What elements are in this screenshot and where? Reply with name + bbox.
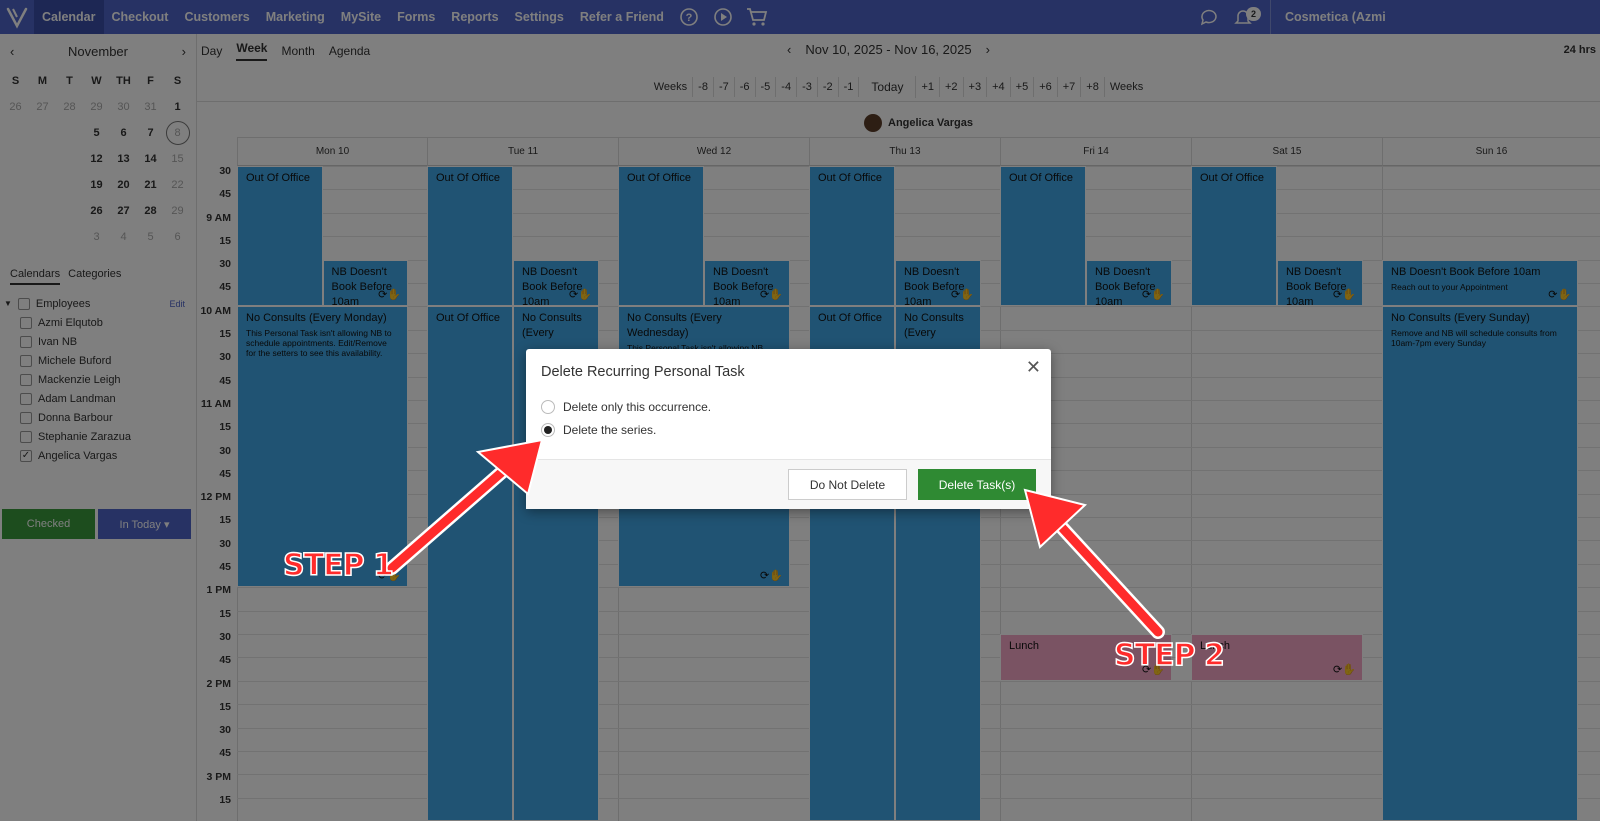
dialog-footer: Do Not Delete Delete Task(s): [526, 459, 1051, 509]
step1-label: STEP 1: [282, 547, 394, 584]
option-this-occurrence-label: Delete only this occurrence.: [563, 400, 712, 414]
do-not-delete-button[interactable]: Do Not Delete: [788, 469, 907, 500]
delete-recurring-task-dialog: Delete Recurring Personal Task ✕ Delete …: [526, 349, 1051, 509]
option-this-occurrence[interactable]: Delete only this occurrence.: [541, 400, 711, 414]
dialog-title: Delete Recurring Personal Task: [541, 364, 745, 380]
close-icon[interactable]: ✕: [1026, 357, 1041, 378]
option-series[interactable]: Delete the series.: [541, 423, 656, 437]
step2-label: STEP 2: [1113, 637, 1225, 674]
delete-tasks-button[interactable]: Delete Task(s): [918, 469, 1036, 500]
radio-series[interactable]: [541, 423, 555, 437]
radio-this-occurrence[interactable]: [541, 400, 555, 414]
option-series-label: Delete the series.: [563, 423, 657, 437]
